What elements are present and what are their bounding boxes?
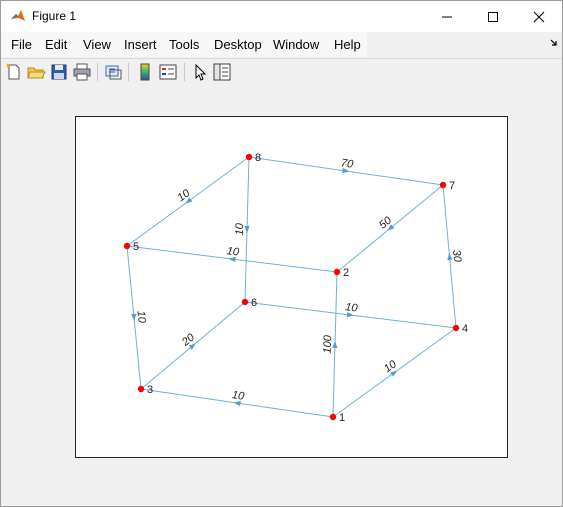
- node-label: 6: [251, 297, 257, 309]
- node-label: 2: [343, 267, 349, 279]
- edge-weight-label: 100: [322, 334, 335, 354]
- node-label: 4: [462, 323, 468, 335]
- graph-node: [329, 413, 337, 421]
- edge-weight-label: 10: [345, 301, 359, 315]
- edge-weight-label: 10: [134, 310, 147, 324]
- edge-weight-label: 20: [179, 331, 198, 349]
- graph-node: [137, 385, 145, 393]
- graph-node: [241, 298, 249, 306]
- graph-plot: 701010 501010103020 100101012345678: [123, 152, 468, 424]
- graph-node: [245, 153, 253, 161]
- node-label: 1: [339, 412, 345, 424]
- edge-weight-label: 70: [340, 157, 355, 171]
- node-label: 7: [449, 180, 455, 192]
- node-label: 8: [255, 152, 261, 164]
- graph-node: [123, 242, 131, 250]
- node-label: 3: [147, 384, 153, 396]
- graph-node: [439, 181, 447, 189]
- edge-weight-label: 10: [382, 358, 400, 375]
- edge-weight-label: 10: [234, 222, 246, 235]
- graph-node: [333, 268, 341, 276]
- graph-node: [452, 324, 460, 332]
- edge-weight-label: 10: [231, 389, 246, 403]
- edge-weight-label: 10: [226, 245, 240, 259]
- node-label: 5: [133, 241, 139, 253]
- edge-weight-label: 30: [450, 249, 463, 263]
